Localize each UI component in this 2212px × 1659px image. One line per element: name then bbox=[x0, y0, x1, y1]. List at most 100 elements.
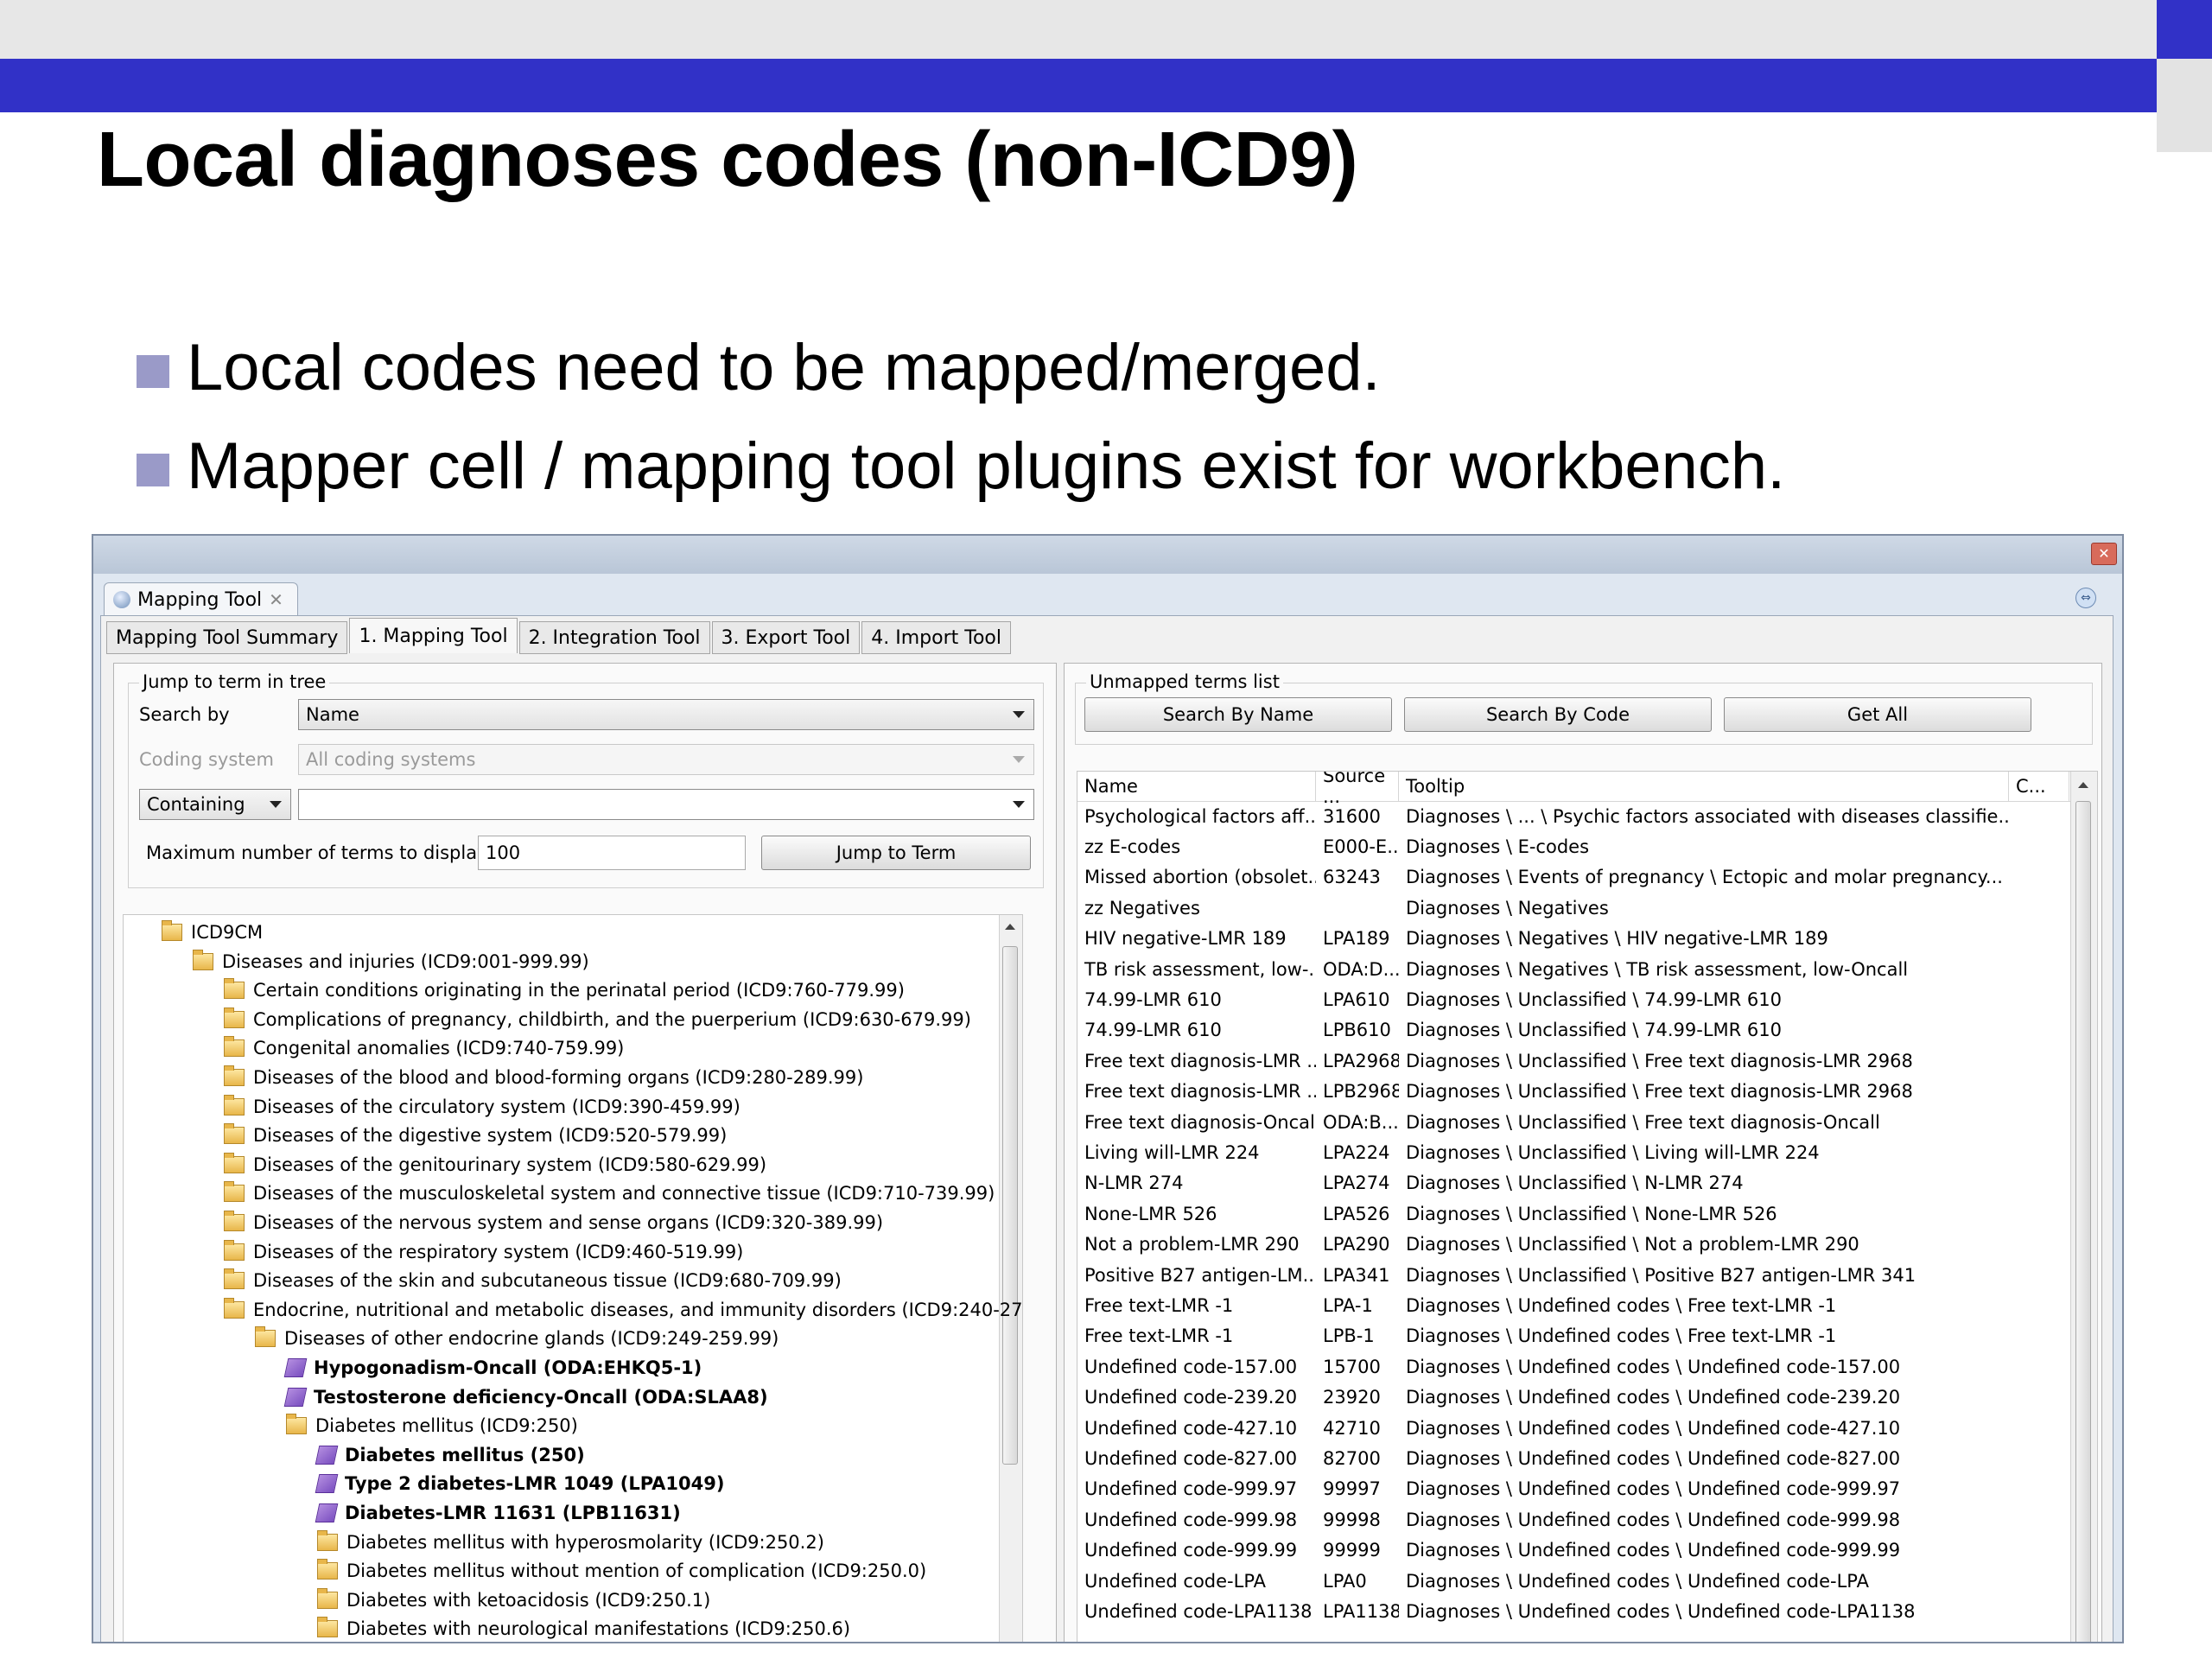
tree-item[interactable]: Diseases of the respiratory system (ICD9… bbox=[224, 1238, 743, 1266]
table-row[interactable]: Undefined code-999.98 99998 Diagnoses \ Un… bbox=[1077, 1504, 2069, 1535]
column-header-tooltip[interactable]: Tooltip bbox=[1399, 772, 2009, 801]
cell-tooltip: Diagnoses \ Unclassified \ Free text dia… bbox=[1406, 1111, 1880, 1133]
tree-item[interactable]: Diabetes mellitus without mention of com… bbox=[317, 1557, 926, 1585]
table-row[interactable]: Free text diagnosis-Oncall ODA:B... Diagno… bbox=[1077, 1107, 2069, 1137]
table-row[interactable]: Not a problem-LMR 290 LPA290 Diagnoses \ U… bbox=[1077, 1230, 2069, 1260]
close-view-icon[interactable]: ✕ bbox=[269, 589, 283, 610]
folder-icon bbox=[224, 1007, 245, 1028]
max-terms-input[interactable]: 100 bbox=[478, 836, 746, 870]
cell-tooltip: Diagnoses \ Undefined codes \ Undefined … bbox=[1406, 1417, 1901, 1439]
tree-item[interactable]: Diseases of the digestive system (ICD9:5… bbox=[224, 1122, 727, 1149]
table-row[interactable]: Undefined code-157.00 15700 Diagnoses \ Un… bbox=[1077, 1351, 2069, 1382]
column-header-c[interactable]: C... bbox=[2009, 772, 2069, 801]
tree-item[interactable]: Testosterone deficiency-Oncall (ODA:SLAA… bbox=[283, 1383, 768, 1411]
tree-item[interactable]: Diseases and injuries (ICD9:001-999.99) bbox=[193, 948, 589, 976]
table-row[interactable]: None-LMR 526 LPA526 Diagnoses \ Unclassifi… bbox=[1077, 1198, 2069, 1229]
table-header: Name Source ... Tooltip C... bbox=[1077, 772, 2097, 807]
tree-item[interactable]: Diseases of the genitourinary system (IC… bbox=[224, 1151, 766, 1179]
tab-mapping-tool[interactable]: 1. Mapping Tool bbox=[349, 618, 518, 653]
jump-to-term-button[interactable]: Jump to Term bbox=[761, 836, 1031, 870]
cell-source: 31600 bbox=[1323, 805, 1381, 827]
coding-system-select[interactable]: All coding systems bbox=[298, 744, 1034, 775]
tree-item-label: Type 2 diabetes-LMR 1049 (LPA1049) bbox=[345, 1473, 725, 1495]
table-row[interactable]: Undefined code-827.00 82700 Diagnoses \ Un… bbox=[1077, 1443, 2069, 1473]
view-tab-mapping-tool[interactable]: Mapping Tool ✕ bbox=[104, 582, 298, 616]
tree-item[interactable]: Diabetes-LMR 11631 (LPB11631) bbox=[315, 1499, 681, 1527]
cell-tooltip: Diagnoses \ Unclassified \ Living will-L… bbox=[1406, 1141, 1820, 1163]
tab-integration-tool[interactable]: 2. Integration Tool bbox=[518, 621, 710, 654]
scroll-up-icon[interactable] bbox=[2078, 782, 2088, 788]
tree-item[interactable]: Diseases of the circulatory system (ICD9… bbox=[224, 1093, 741, 1121]
tree-scrollbar[interactable] bbox=[999, 915, 1022, 1642]
search-by-name-button[interactable]: Search By Name bbox=[1084, 697, 1392, 732]
tree-item[interactable]: Certain conditions originating in the pe… bbox=[224, 976, 905, 1004]
column-header-source[interactable]: Source ... bbox=[1316, 772, 1399, 807]
tab-mapping-tool-summary[interactable]: Mapping Tool Summary bbox=[106, 621, 348, 654]
table-row[interactable]: Undefined code-239.20 23920 Diagnoses \ Un… bbox=[1077, 1382, 2069, 1413]
table-row[interactable]: Free text diagnosis-LMR ... LPB2968 Diagno… bbox=[1077, 1077, 2069, 1107]
cell-source: LPA2968 bbox=[1323, 1050, 1399, 1071]
tree-item[interactable]: Hypogonadism-Oncall (ODA:EHKQ5-1) bbox=[283, 1354, 702, 1382]
scrollbar-thumb[interactable] bbox=[2075, 801, 2091, 1642]
table-row[interactable]: Undefined code-LPA LPA0 Diagnoses \ Undefi… bbox=[1077, 1566, 2069, 1596]
table-row[interactable]: Undefined code-999.97 99997 Diagnoses \ Un… bbox=[1077, 1474, 2069, 1504]
table-row[interactable]: Undefined code-LPA1138 LPA1138 Diagnoses \… bbox=[1077, 1596, 2069, 1626]
tree-item[interactable]: Diabetes with ketoacidosis (ICD9:250.1) bbox=[317, 1586, 710, 1614]
tree-item[interactable]: Diseases of the musculoskeletal system a… bbox=[224, 1179, 995, 1207]
window-close-icon[interactable]: ✕ bbox=[2091, 543, 2117, 565]
cell-source: LPA526 bbox=[1323, 1203, 1390, 1224]
table-row[interactable]: 74.99-LMR 610 LPB610 Diagnoses \ Unclassif… bbox=[1077, 1015, 2069, 1046]
term-icon bbox=[283, 1358, 308, 1377]
tree-item[interactable]: Diseases of the nervous system and sense… bbox=[224, 1209, 883, 1236]
tree-item[interactable]: Diabetes mellitus (250) bbox=[315, 1441, 585, 1469]
scrollbar-thumb[interactable] bbox=[1002, 946, 1018, 1465]
get-all-button[interactable]: Get All bbox=[1724, 697, 2031, 732]
tree-item[interactable]: Diseases of other endocrine glands (ICD9… bbox=[255, 1325, 779, 1352]
cell-name: 74.99-LMR 610 bbox=[1084, 988, 1222, 1010]
table-row[interactable]: Free text-LMR -1 LPA-1 Diagnoses \ Undefin… bbox=[1077, 1290, 2069, 1320]
max-terms-value: 100 bbox=[486, 842, 521, 863]
tree-item[interactable]: Endocrine, nutritional and metabolic dis… bbox=[224, 1296, 1022, 1324]
tree-item[interactable]: Diseases of the blood and blood-forming … bbox=[224, 1064, 863, 1091]
restore-icon[interactable]: ⇔ bbox=[2075, 588, 2096, 608]
cell-tooltip: Diagnoses \ Undefined codes \ Undefined … bbox=[1406, 1387, 1901, 1408]
tree-item[interactable]: Diabetes mellitus with hyperosmolarity (… bbox=[317, 1529, 824, 1556]
tree-item-label: Diabetes mellitus with hyperosmolarity (… bbox=[346, 1531, 824, 1553]
table-row[interactable]: Missed abortion (obsolet... 63243 Diagnose… bbox=[1077, 862, 2069, 893]
match-mode-select[interactable]: Containing bbox=[139, 789, 291, 820]
search-by-select[interactable]: Name bbox=[298, 699, 1034, 730]
table-row[interactable]: Psychological factors aff... 31600 Diagnos… bbox=[1077, 801, 2069, 831]
tree-item[interactable]: Complications of pregnancy, childbirth, … bbox=[224, 1006, 971, 1033]
table-row[interactable]: Free text diagnosis-LMR ... LPA2968 Diagno… bbox=[1077, 1046, 2069, 1076]
scroll-up-icon[interactable] bbox=[1005, 924, 1015, 930]
bullet-item: Local codes need to be mapped/merged. bbox=[137, 330, 1381, 405]
cell-tooltip: Diagnoses \ Negatives bbox=[1406, 897, 1609, 918]
search-by-code-button[interactable]: Search By Code bbox=[1404, 697, 1712, 732]
cell-source: LPB2968 bbox=[1323, 1081, 1399, 1103]
tree-item[interactable]: ICD9CM bbox=[162, 918, 263, 946]
table-row[interactable]: 74.99-LMR 610 LPA610 Diagnoses \ Unclassif… bbox=[1077, 984, 2069, 1014]
table-row[interactable]: Positive B27 antigen-LM... LPA341 Diagnose… bbox=[1077, 1260, 2069, 1290]
cell-name: Undefined code-999.98 bbox=[1084, 1509, 1298, 1530]
table-row[interactable]: Free text-LMR -1 LPB-1 Diagnoses \ Undefin… bbox=[1077, 1321, 2069, 1351]
table-row[interactable]: Undefined code-999.99 99999 Diagnoses \ Un… bbox=[1077, 1535, 2069, 1566]
cell-source: LPA1138 bbox=[1323, 1600, 1399, 1622]
table-row[interactable]: TB risk assessment, low-... ODA:D... Diagn… bbox=[1077, 954, 2069, 984]
table-row[interactable]: N-LMR 274 LPA274 Diagnoses \ Unclassified … bbox=[1077, 1168, 2069, 1198]
tab-export-tool[interactable]: 3. Export Tool bbox=[711, 621, 861, 654]
table-row[interactable]: Undefined code-427.10 42710 Diagnoses \ Un… bbox=[1077, 1413, 2069, 1443]
tree-item[interactable]: Congenital anomalies (ICD9:740-759.99) bbox=[224, 1034, 624, 1062]
tree-item[interactable]: Type 2 diabetes-LMR 1049 (LPA1049) bbox=[315, 1470, 725, 1497]
tab-import-tool[interactable]: 4. Import Tool bbox=[861, 621, 1011, 654]
tree-item[interactable]: Diseases of the skin and subcutaneous ti… bbox=[224, 1267, 842, 1294]
term-combo[interactable] bbox=[298, 789, 1034, 820]
table-row[interactable]: zz E-codes E000-E... Diagnoses \ E-codes bbox=[1077, 831, 2069, 861]
table-row[interactable]: zz Negatives Diagnoses \ Negatives bbox=[1077, 893, 2069, 923]
table-scrollbar[interactable] bbox=[2070, 772, 2097, 1642]
tree-item[interactable]: Diabetes mellitus (ICD9:250) bbox=[286, 1412, 578, 1440]
tree-item[interactable]: Diabetes with neurological manifestation… bbox=[317, 1615, 850, 1642]
cell-name: Undefined code-999.97 bbox=[1084, 1478, 1298, 1500]
column-header-name[interactable]: Name bbox=[1077, 772, 1316, 801]
table-row[interactable]: HIV negative-LMR 189 LPA189 Diagnoses \ Ne… bbox=[1077, 924, 2069, 954]
table-row[interactable]: Living will-LMR 224 LPA224 Diagnoses \ Unc… bbox=[1077, 1137, 2069, 1167]
